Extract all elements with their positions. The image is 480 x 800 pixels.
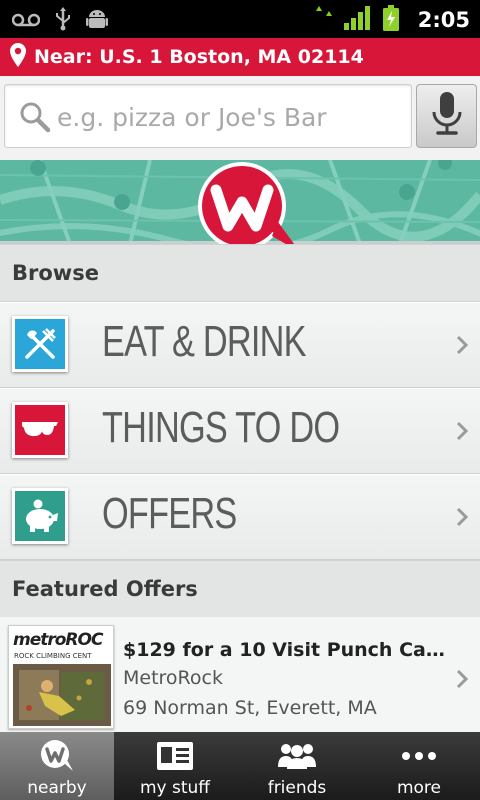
chevron-right-icon (456, 421, 469, 445)
more-dots-icon (401, 736, 437, 776)
browse-item-offers[interactable]: OFFERS (0, 474, 480, 560)
tab-nearby[interactable]: nearby (0, 732, 114, 800)
tab-friends[interactable]: friends (236, 732, 358, 800)
fork-knife-icon (12, 316, 68, 372)
featured-offer-item[interactable]: metroROC ROCK CLIMBING CENT $129 for a 1… (0, 617, 480, 732)
search-row (0, 76, 480, 160)
status-time: 2:05 (417, 8, 470, 32)
tab-label: friends (267, 778, 327, 798)
browse-item-eat-drink[interactable]: EAT & DRINK (0, 302, 480, 388)
location-pin-icon (10, 43, 26, 71)
search-box[interactable] (4, 84, 412, 148)
nearby-w-icon (39, 736, 75, 776)
location-bar[interactable]: Near: U.S. 1 Boston, MA 02114 (0, 38, 480, 76)
tab-more[interactable]: more (358, 732, 480, 800)
chevron-right-icon (456, 507, 469, 531)
piggy-bank-icon (12, 488, 68, 544)
network-type (315, 6, 332, 34)
voice-search-button[interactable] (416, 84, 477, 148)
search-input[interactable] (57, 95, 407, 139)
offer-thumbnail: metroROC ROCK CLIMBING CENT (8, 625, 114, 729)
chevron-right-icon (456, 335, 469, 359)
browse-item-label: OFFERS (102, 489, 237, 538)
usb-icon (54, 7, 72, 35)
browse-item-things-to-do[interactable]: THINGS TO DO (0, 388, 480, 474)
search-icon (19, 101, 51, 137)
android-icon (86, 7, 108, 35)
tab-label: my stuff (139, 778, 211, 798)
microphone-icon (432, 92, 462, 140)
tab-label: nearby (27, 778, 87, 798)
browse-item-label: EAT & DRINK (102, 317, 307, 366)
id-card-icon (156, 736, 194, 776)
battery-charging-icon (382, 5, 400, 35)
signal-icon (343, 6, 370, 34)
tab-label: more (396, 778, 442, 798)
sunglasses-icon (12, 402, 68, 458)
featured-offers-header: Featured Offers (0, 560, 480, 618)
status-bar: 2:05 (0, 0, 480, 38)
app-root: 2:05 Near: U.S. 1 Boston, MA 02114 e.g. … (0, 0, 480, 800)
people-icon (276, 736, 318, 776)
browse-header: Browse (0, 244, 480, 302)
tab-my-stuff[interactable]: my stuff (114, 732, 236, 800)
browse-item-label: THINGS TO DO (102, 403, 340, 452)
thumb-logo-text: metroROC (13, 630, 103, 650)
offer-merchant: MetroRock (123, 667, 223, 689)
offer-address: 69 Norman St, Everett, MA (123, 697, 377, 719)
offer-title: $129 for a 10 Visit Punch Card ... (123, 639, 453, 661)
chevron-right-icon (456, 669, 469, 693)
voicemail-icon (11, 12, 41, 31)
bottom-tab-bar: nearby my stuff friends more (0, 732, 480, 800)
thumb-sub-text: ROCK CLIMBING CENT (14, 652, 92, 660)
location-text: Near: U.S. 1 Boston, MA 02114 (34, 46, 364, 68)
